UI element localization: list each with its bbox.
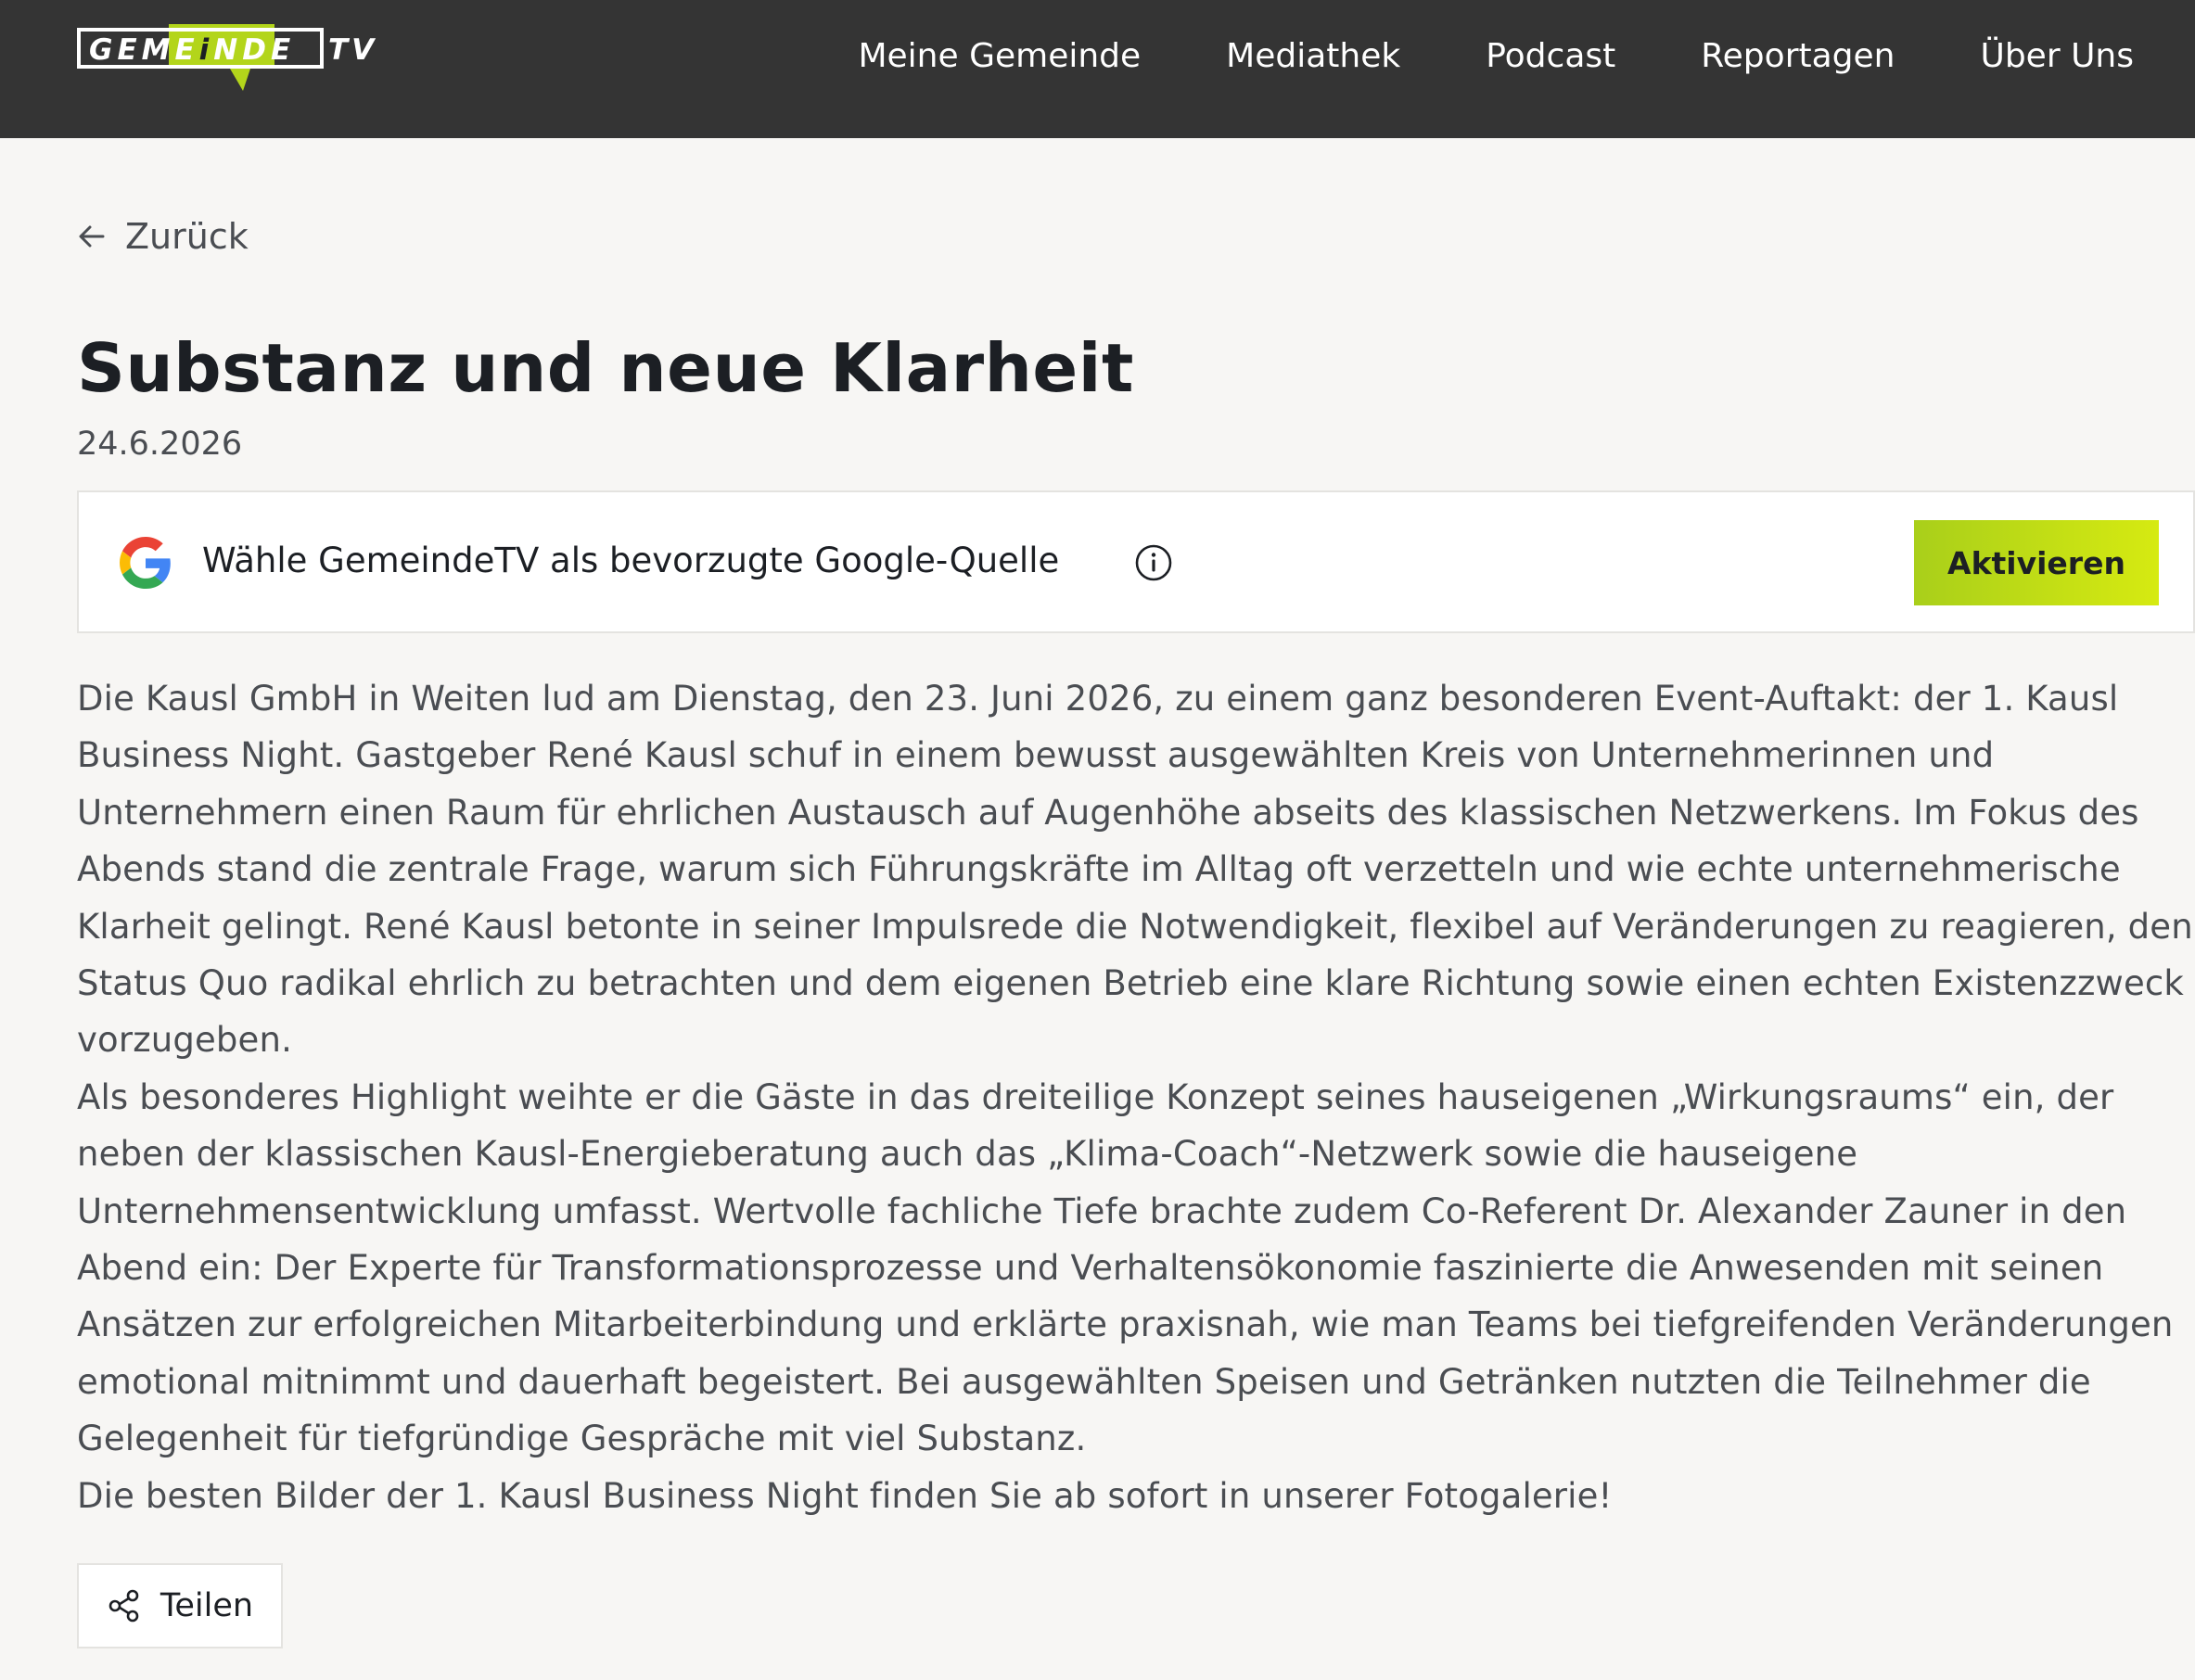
back-link-label: Zurück <box>125 216 249 257</box>
main-navigation: Meine Gemeinde Mediathek Podcast Reporta… <box>858 37 2134 75</box>
article-paragraph: Als besonderes Highlight weihte er die G… <box>77 1076 2174 1459</box>
info-icon[interactable] <box>1134 543 1173 582</box>
activate-button[interactable]: Aktivieren <box>1914 520 2159 605</box>
article-date: 24.6.2026 <box>77 426 243 463</box>
top-navigation-bar: GEMEiNDE TV Meine Gemeinde Mediathek Pod… <box>0 0 2195 138</box>
gemeindetv-logo[interactable]: GEMEiNDE TV <box>76 17 428 109</box>
nav-item-reportagen[interactable]: Reportagen <box>1701 37 1895 75</box>
logo-text-nde: NDE <box>213 33 295 67</box>
nav-item-podcast[interactable]: Podcast <box>1486 37 1615 75</box>
back-link[interactable]: Zurück <box>77 216 249 257</box>
share-button-label: Teilen <box>160 1587 254 1624</box>
share-button[interactable]: Teilen <box>77 1563 283 1648</box>
logo-text-tv: TV <box>328 33 377 67</box>
logo-text-i: i <box>199 33 214 67</box>
arrow-left-icon <box>79 225 105 248</box>
nav-item-meine-gemeinde[interactable]: Meine Gemeinde <box>858 37 1141 75</box>
nav-item-ueber-uns[interactable]: Über Uns <box>1980 37 2134 75</box>
svg-text:GEMEiNDE: GEMEiNDE <box>89 33 295 67</box>
article-paragraph: Die besten Bilder der 1. Kausl Business … <box>77 1475 1613 1516</box>
google-source-banner: Wähle GemeindeTV als bevorzugte Google-Q… <box>77 490 2195 633</box>
share-icon <box>108 1589 139 1623</box>
page-title: Substanz und neue Klarheit <box>77 329 1134 407</box>
google-source-text: Wähle GemeindeTV als bevorzugte Google-Q… <box>202 541 1060 580</box>
google-g-icon <box>120 537 171 589</box>
logo-text-geme: GEME <box>89 33 199 67</box>
article-body: Die Kausl GmbH in Weiten lud am Dienstag… <box>77 670 2195 1524</box>
nav-item-mediathek[interactable]: Mediathek <box>1226 37 1400 75</box>
article-paragraph: Die Kausl GmbH in Weiten lud am Dienstag… <box>77 679 2193 1061</box>
